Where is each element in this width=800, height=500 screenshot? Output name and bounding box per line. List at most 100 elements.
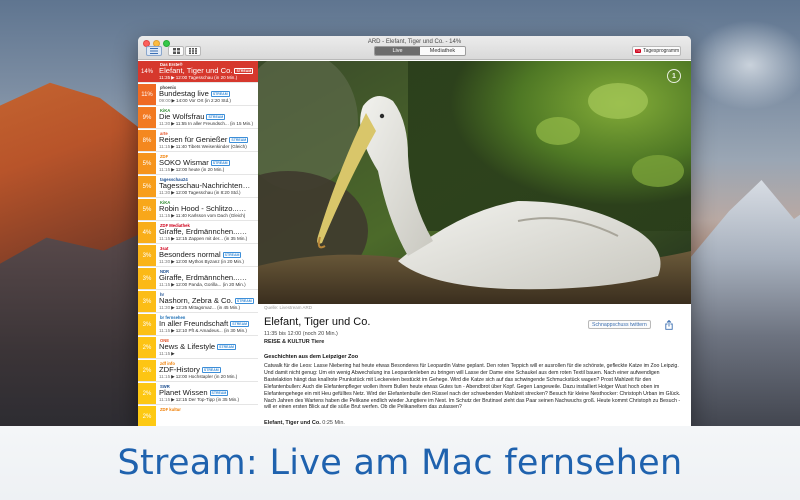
channel-row[interactable]: 8% arte Reisen für Genießer STREAM 11:15▶11:… bbox=[138, 130, 258, 152]
video-player[interactable]: 1 bbox=[258, 61, 691, 304]
channel-row[interactable]: 2% zdf info ZDF-History STREAM 11:15▶12:00 H… bbox=[138, 360, 258, 382]
share-icon bbox=[665, 319, 673, 330]
grid-view-button[interactable] bbox=[168, 46, 184, 56]
next-arrow-icon: ▶ bbox=[171, 328, 175, 333]
channel-show-title: ZDF-History STREAM bbox=[159, 365, 258, 374]
channel-row[interactable]: 3% 3sat Besonders normal STREAM 11:30▶12:00 … bbox=[138, 245, 258, 267]
channel-show-title: SOKO Wismar STREAM bbox=[159, 158, 258, 167]
show-genre: REISE & KULTUR Tiere bbox=[264, 339, 325, 345]
channel-show-title-text: News & Lifestyle bbox=[159, 342, 216, 351]
stream-badge: STREAM bbox=[209, 390, 229, 396]
stream-badge: STREAM bbox=[230, 321, 250, 327]
channel-next-show-text: 12:25 Mittagsmaz... (in 45 Min.) bbox=[175, 305, 241, 310]
channel-show-title: Planet Wissen STREAM bbox=[159, 388, 258, 397]
next-arrow-icon: ▶ bbox=[171, 282, 175, 287]
grid-view-icon bbox=[172, 48, 180, 54]
app-window: ARD - Elefant, Tiger und Co. - 14% Live bbox=[138, 36, 691, 426]
channel-info: KiKA Die Wolfsfrau STREAM 11:30▶11:55 In al… bbox=[157, 107, 258, 128]
channel-info: br fernsehen In aller Freundschaft STREAM 1… bbox=[157, 314, 258, 335]
channel-next-show: 11:15▶12:00 Panda, Gorilla... (in 20 Min… bbox=[159, 282, 258, 288]
next-arrow-icon: ▶ bbox=[171, 305, 175, 310]
channel-show-title-text: Planet Wissen bbox=[159, 388, 208, 397]
channel-next-show: 11:15▶11:40 Tibets Weisenkinder (Gleich) bbox=[159, 144, 258, 150]
stream-badge: STREAM bbox=[217, 344, 236, 350]
channel-row[interactable]: 2% ONE News & Lifestyle STREAM 11:15▶ bbox=[138, 337, 258, 359]
channel-show-title-text: Giraffe, Erdmännchen... bbox=[159, 227, 240, 236]
channel-audience-share: 3% bbox=[138, 268, 156, 289]
next-arrow-icon: ▶ bbox=[171, 374, 175, 379]
channel-show-start: 11:30 bbox=[159, 259, 171, 264]
channel-show-start: 11:30 bbox=[159, 190, 171, 195]
channel-show-title: Bundestag live STREAM bbox=[159, 89, 258, 98]
wallpaper-mountain-right bbox=[690, 180, 800, 440]
channel-show-start: 11:35 bbox=[159, 75, 171, 80]
channel-show-title: Reisen für Genießer STREAM bbox=[159, 135, 258, 144]
channel-next-show: 11:15▶ bbox=[159, 351, 258, 357]
tab-live[interactable]: Live bbox=[375, 47, 420, 55]
titlebar: ARD - Elefant, Tiger und Co. - 14% Live bbox=[138, 36, 691, 60]
channel-next-show-text: 11:40 Karlsson vom Dach (Gleich) bbox=[175, 213, 246, 218]
channel-info: KiKA Robin Hood - Schlitzo... STREAM 11:15▶… bbox=[157, 199, 258, 220]
banner-text: Stream: Live am Mac fernsehen bbox=[117, 443, 683, 483]
channel-show-title: In aller Freundschaft STREAM bbox=[159, 319, 258, 328]
channel-info: tagesschau24Tagesschau-NachrichtenSTREAM… bbox=[157, 176, 258, 197]
channel-next-show-text: 14:00 Vor Ort (in 2:20 Std.) bbox=[176, 98, 231, 103]
channel-row[interactable]: 3% br fernsehen In aller Freundschaft STREA… bbox=[138, 314, 258, 336]
channel-audience-share: 2% bbox=[138, 383, 156, 404]
channel-next-show: 11:15▶12:15 Der Top-Tipp (in 35 Min.) bbox=[159, 397, 258, 403]
channel-row[interactable]: 4% ZDF Mediathek Giraffe, Erdmännchen... ST… bbox=[138, 222, 258, 244]
channel-show-title: News & Lifestyle STREAM bbox=[159, 342, 258, 351]
tab-mediathek[interactable]: Mediathek bbox=[420, 47, 465, 55]
channel-next-show: 11:30▶11:55 In aller Freundsch... (in 15… bbox=[159, 121, 258, 127]
next-arrow-icon: ▶ bbox=[171, 75, 175, 80]
program-details: Quelle: Livestream ARD Elefant, Tiger un… bbox=[258, 304, 691, 426]
next-arrow-icon: ▶ bbox=[171, 121, 175, 126]
channel-row[interactable]: 2% ZDF kultur bbox=[138, 406, 258, 426]
wallpaper-cloud bbox=[690, 20, 800, 110]
channel-row[interactable]: 3% NDR Giraffe, Erdmännchen... STREAM 11:15▶… bbox=[138, 268, 258, 290]
source-label: Quelle: Livestream ARD bbox=[264, 305, 313, 310]
channel-row[interactable]: 14% Das Erste® Elefant, Tiger und Co. STREA… bbox=[138, 61, 258, 83]
channel-show-title: Die Wolfsfrau STREAM bbox=[159, 112, 258, 121]
channel-show-start: 11:15 bbox=[159, 374, 171, 379]
channel-show-start: 11:15 bbox=[159, 144, 171, 149]
channel-info: ZDF Mediathek Giraffe, Erdmännchen... STRE… bbox=[157, 222, 258, 243]
next-arrow-icon: ▶ bbox=[171, 144, 175, 149]
channel-next-show-text: 12:00 Mythos Byzanz (in 20 Min.) bbox=[175, 259, 244, 264]
channel-row[interactable]: 2% SWR Planet Wissen STREAM 11:15▶12:15 Der … bbox=[138, 383, 258, 405]
channel-row[interactable]: 9% KiKA Die Wolfsfrau STREAM 11:30▶11:55 In … bbox=[138, 107, 258, 129]
channel-show-start: 11:30 bbox=[159, 121, 171, 126]
channel-row[interactable]: 5% ZDF SOKO Wismar STREAM 11:15▶12:00 heute … bbox=[138, 153, 258, 175]
channel-show-start: 11:15 bbox=[159, 397, 171, 402]
channel-audience-share: 9% bbox=[138, 107, 156, 128]
tv-badge-icon: TV bbox=[635, 49, 642, 53]
channel-row[interactable]: 3% hr Nashorn, Zebra & Co. STREAM 11:30▶12:2… bbox=[138, 291, 258, 313]
channel-show-title-text: SOKO Wismar bbox=[159, 158, 209, 167]
channel-show-title-text: ZDF-History bbox=[159, 365, 200, 374]
channel-audience-share: 5% bbox=[138, 153, 156, 174]
channel-show-start: 09:00 bbox=[159, 98, 171, 103]
channel-show-start: 11:15 bbox=[159, 328, 171, 333]
channel-show-title-text: Robin Hood - Schlitzo... bbox=[159, 204, 239, 213]
channel-info: SWR Planet Wissen STREAM 11:15▶12:15 Der To… bbox=[157, 383, 258, 404]
share-button[interactable] bbox=[664, 319, 674, 330]
channel-next-show-text: 12:00 heute (in 20 Min.) bbox=[175, 167, 225, 172]
channel-next-show: 11:15▶12:10 Pft & Amadeus... (in 30 Min.… bbox=[159, 328, 258, 334]
tv-program-button[interactable]: TV Tagesprogramm bbox=[632, 46, 681, 56]
tv-program-label: Tagesprogramm bbox=[643, 48, 680, 54]
channel-audience-share: 4% bbox=[138, 222, 156, 243]
grid9-view-button[interactable] bbox=[185, 46, 201, 56]
list-view-button[interactable] bbox=[146, 46, 162, 56]
channel-show-title: Giraffe, Erdmännchen... STREAM bbox=[159, 227, 258, 236]
channel-row[interactable]: 5% KiKA Robin Hood - Schlitzo... STREAM 11:1… bbox=[138, 199, 258, 221]
channel-info: ZDF SOKO Wismar STREAM 11:15▶12:00 heute (i… bbox=[157, 153, 258, 174]
channel-row[interactable]: 5% tagesschau24 Tagesschau-Nachrichten STRE… bbox=[138, 176, 258, 198]
channel-row[interactable]: 11% phoenix Bundestag live STREAM 09:00▶14:0… bbox=[138, 84, 258, 106]
channel-next-show: 11:30▶12:00 Tagesschau (in 8:20 Std.) bbox=[159, 190, 258, 196]
channel-next-show-text: 12:00 Tagesschau (in 20 Min.) bbox=[175, 75, 238, 80]
next-arrow-icon: ▶ bbox=[171, 397, 175, 402]
tweet-snapshot-button[interactable]: Schnappschuss twittern bbox=[588, 320, 651, 329]
channel-show-start: 11:30 bbox=[159, 305, 171, 310]
next-arrow-icon: ▶ bbox=[171, 351, 175, 356]
channel-show-title-text: Giraffe, Erdmännchen... bbox=[159, 273, 240, 282]
